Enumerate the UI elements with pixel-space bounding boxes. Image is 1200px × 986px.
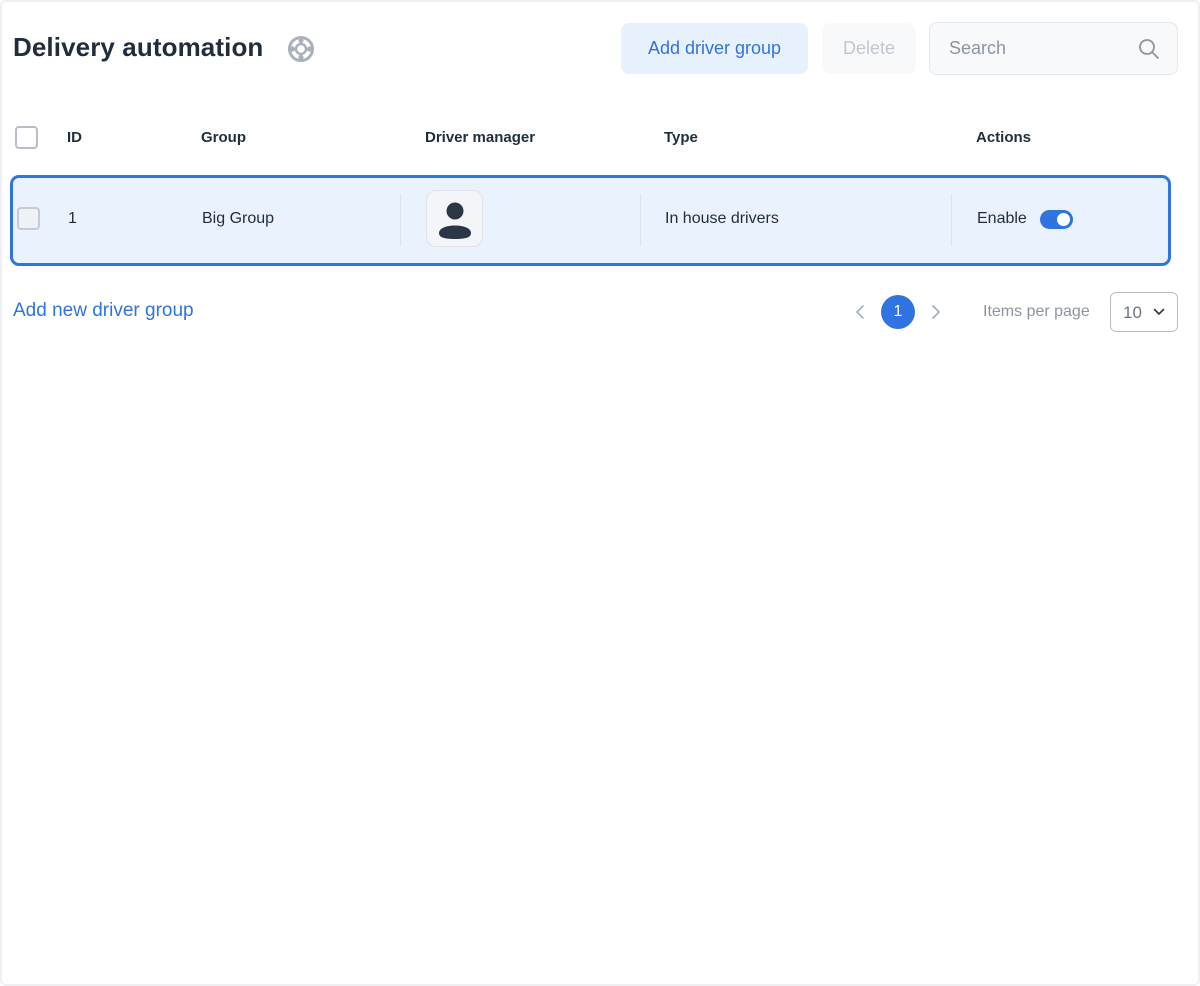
chevron-down-icon bbox=[1153, 308, 1165, 315]
add-driver-group-button[interactable]: Add driver group bbox=[621, 23, 808, 74]
toggle-knob bbox=[1057, 213, 1070, 226]
driver-manager-avatar[interactable] bbox=[426, 190, 483, 247]
select-all-checkbox[interactable] bbox=[15, 126, 38, 149]
column-header-type: Type bbox=[664, 129, 698, 146]
column-header-driver-manager: Driver manager bbox=[425, 129, 536, 146]
search-box bbox=[929, 22, 1178, 75]
table-row[interactable]: 1 Big Group In house drivers Enable bbox=[10, 175, 1171, 266]
row-group: Big Group bbox=[202, 210, 275, 227]
items-per-page-label: Items per page bbox=[983, 303, 1090, 320]
page-button-current[interactable]: 1 bbox=[881, 295, 915, 329]
delete-button[interactable]: Delete bbox=[822, 23, 916, 74]
chevron-right-icon[interactable] bbox=[928, 303, 944, 321]
search-input[interactable] bbox=[930, 23, 1130, 74]
add-new-driver-group-link[interactable]: Add new driver group bbox=[13, 300, 194, 322]
items-per-page-value: 10 bbox=[1123, 303, 1142, 322]
chevron-left-icon[interactable] bbox=[852, 303, 868, 321]
row-type: In house drivers bbox=[665, 210, 779, 227]
row-action-label: Enable bbox=[977, 210, 1027, 227]
search-icon[interactable] bbox=[1137, 37, 1161, 61]
column-divider bbox=[640, 194, 641, 246]
user-avatar-icon bbox=[439, 202, 471, 239]
column-divider bbox=[400, 194, 401, 246]
row-id: 1 bbox=[68, 210, 77, 227]
help-lifebuoy-icon[interactable] bbox=[287, 35, 315, 63]
column-header-id: ID bbox=[67, 129, 82, 146]
column-header-group: Group bbox=[201, 129, 246, 146]
enable-toggle[interactable] bbox=[1040, 210, 1073, 229]
items-per-page-select[interactable]: 10 bbox=[1110, 292, 1178, 332]
column-divider bbox=[951, 194, 952, 246]
column-header-actions: Actions bbox=[976, 129, 1032, 146]
delivery-automation-page: Delivery automation Add driver group Del… bbox=[0, 0, 1200, 986]
row-checkbox[interactable] bbox=[17, 207, 40, 230]
page-title: Delivery automation bbox=[13, 32, 264, 62]
